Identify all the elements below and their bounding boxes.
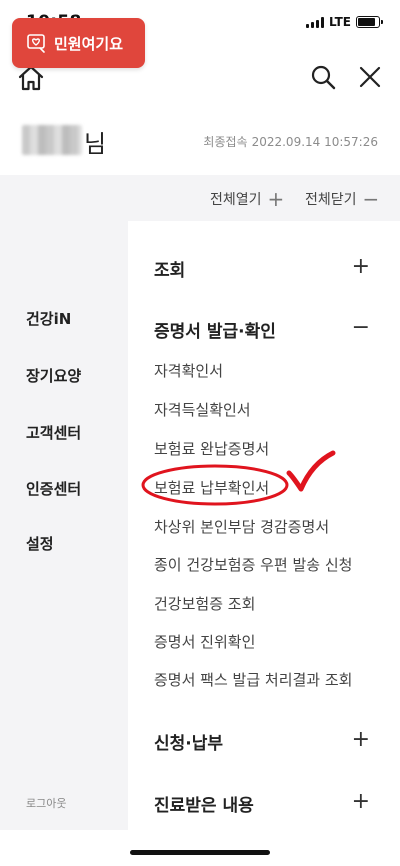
plus-icon: + xyxy=(267,187,285,211)
close-icon[interactable] xyxy=(356,63,384,91)
section-apply-pay[interactable]: 신청·납부 xyxy=(154,729,223,754)
expand-all-label: 전체열기 xyxy=(210,192,262,208)
expand-icon[interactable]: + xyxy=(352,256,370,278)
logout-link[interactable]: 로그아웃 xyxy=(26,795,66,811)
battery-level xyxy=(358,18,375,26)
menu-item[interactable]: 건강보험증 조회 xyxy=(154,593,255,614)
menu-item[interactable]: 자격확인서 xyxy=(154,360,223,381)
menu-item-payment-confirmation[interactable]: 보험료 납부확인서 xyxy=(154,477,269,498)
sidebar-item-long-term-care[interactable]: 장기요양 xyxy=(26,365,81,386)
expand-icon[interactable]: + xyxy=(352,729,370,751)
minus-icon: − xyxy=(362,187,380,211)
section-treatment-history[interactable]: 진료받은 내용 xyxy=(154,791,254,816)
menu-item[interactable]: 종이 건강보험증 우편 발송 신청 xyxy=(154,554,352,575)
sidebar-item-settings[interactable]: 설정 xyxy=(26,533,54,554)
expand-collapse-bar: 전체열기 + 전체닫기 − xyxy=(0,175,400,221)
network-label: LTE xyxy=(328,15,351,29)
battery-icon xyxy=(356,16,383,28)
signal-icon xyxy=(305,16,324,28)
section-inquiry[interactable]: 조회 xyxy=(154,256,185,281)
menu-item[interactable]: 증명서 진위확인 xyxy=(154,631,255,652)
heart-document-icon xyxy=(27,34,45,53)
menu-item[interactable]: 증명서 팩스 발급 처리결과 조회 xyxy=(154,669,352,690)
last-login: 최종접속 2022.09.14 10:57:26 xyxy=(199,133,378,150)
section-certificates[interactable]: 증명서 발급·확인 xyxy=(154,317,276,342)
sidebar-item-auth-center[interactable]: 인증센터 xyxy=(26,478,81,499)
menu-item[interactable]: 자격득실확인서 xyxy=(154,399,251,420)
home-indicator xyxy=(130,850,270,855)
collapse-all-label: 전체닫기 xyxy=(305,192,357,208)
expand-icon[interactable]: + xyxy=(352,791,370,813)
sidebar-item-label: 민원여기요 xyxy=(54,34,124,53)
menu-panel: 조회 + 증명서 발급·확인 − 자격확인서 자격득실확인서 보험료 완납증명서… xyxy=(128,221,400,830)
user-name-redacted xyxy=(22,125,82,155)
collapse-all-button[interactable]: 전체닫기 − xyxy=(305,189,379,209)
search-icon[interactable] xyxy=(309,63,337,91)
sidebar-item-customer-center[interactable]: 고객센터 xyxy=(26,422,81,443)
expand-all-button[interactable]: 전체열기 + xyxy=(210,189,284,209)
sidebar-item-health-in[interactable]: 건강iN xyxy=(26,308,71,329)
menu-item[interactable]: 보험료 완납증명서 xyxy=(154,438,269,459)
last-login-label: 최종접속 xyxy=(203,135,248,149)
last-login-time: 2022.09.14 10:57:26 xyxy=(251,135,378,149)
collapse-icon[interactable]: − xyxy=(352,317,370,339)
user-name-suffix: 님 xyxy=(84,130,107,158)
user-info: 님 최종접속 2022.09.14 10:57:26 xyxy=(0,118,400,164)
sidebar-item-civil-service[interactable]: 민원여기요 xyxy=(12,18,145,68)
status-indicators: LTE xyxy=(305,15,383,29)
menu-item[interactable]: 차상위 본인부담 경감증명서 xyxy=(154,516,329,537)
